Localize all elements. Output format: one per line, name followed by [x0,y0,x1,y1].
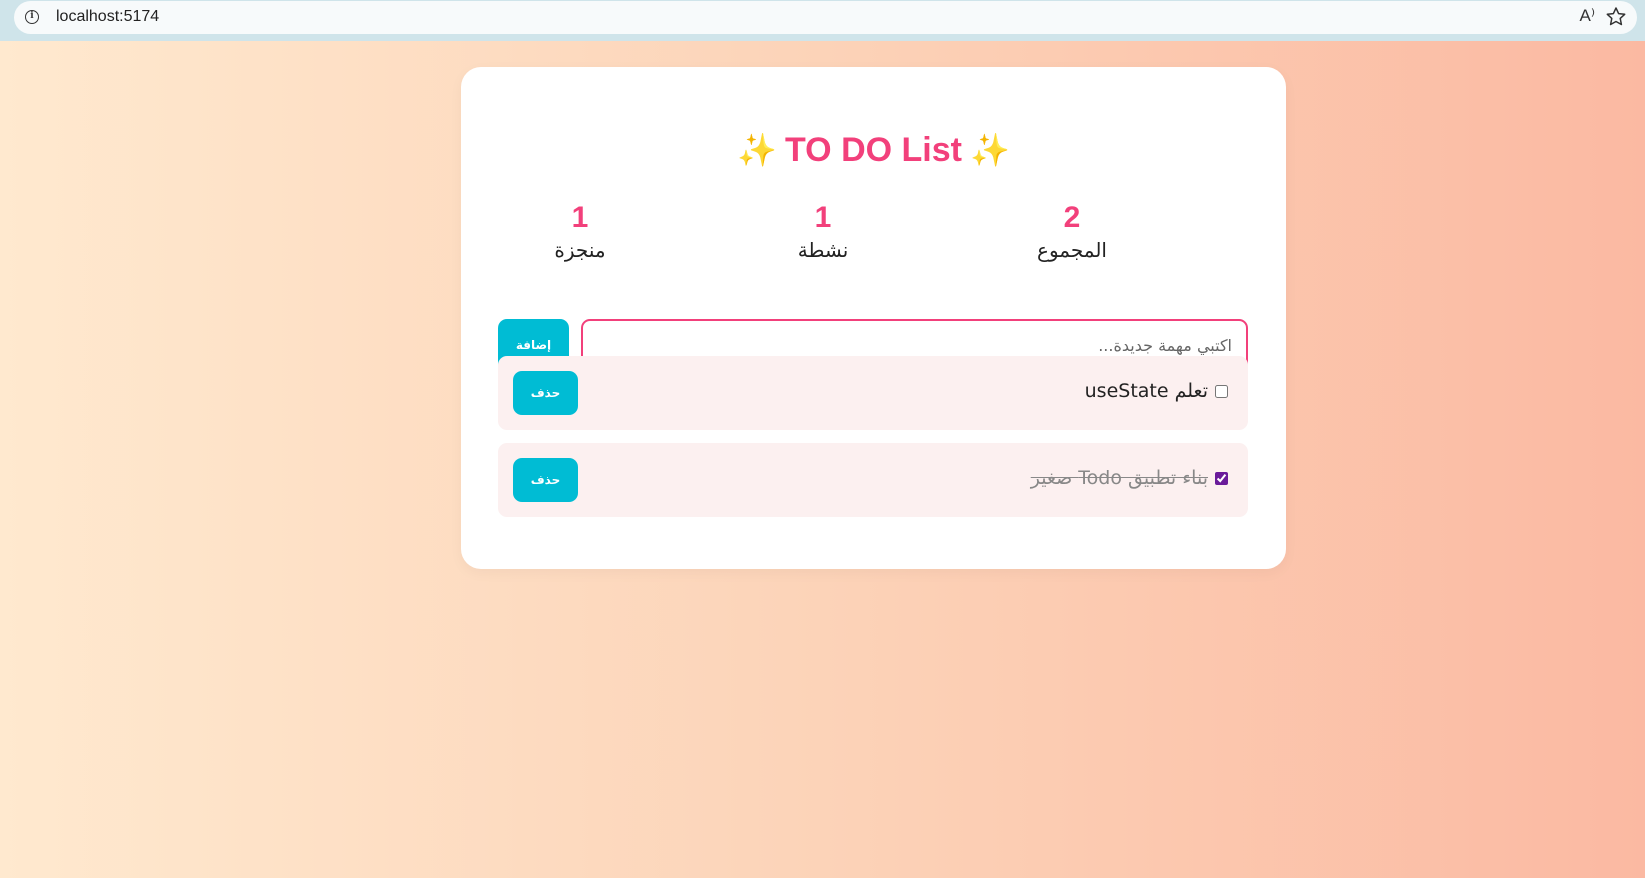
stat-done-value: 1 [571,201,589,234]
todo-text: تعلم useState [1084,380,1208,402]
stat-total: 2 المجموع [1002,201,1142,265]
browser-toolbar: i localhost:5174 A⁾ [0,0,1645,41]
todo-checkbox[interactable] [1215,472,1228,485]
page-background: ✨ TO DO List ✨ 2 المجموع 1 نشطة 1 منجزة إض… [0,41,1645,878]
todo-card: ✨ TO DO List ✨ 2 المجموع 1 نشطة 1 منجزة إض… [461,67,1286,569]
read-aloud-icon[interactable]: A⁾ [1579,6,1595,26]
stat-total-value: 2 [1063,201,1081,234]
stat-active-label: نشطة [797,238,849,262]
sparkle-icon: ✨ [969,132,1010,168]
favorite-star-icon[interactable] [1604,5,1628,29]
delete-button[interactable]: حذف [513,371,578,415]
todo-item: حذف تعلم useState [498,356,1248,430]
url-text[interactable]: localhost:5174 [56,8,159,26]
sparkle-icon: ✨ [737,132,778,168]
todo-item: حذف بناء تطبيق Todo صغير [498,443,1248,517]
delete-button[interactable]: حذف [513,458,578,502]
todo-text: بناء تطبيق Todo صغير [1030,467,1208,489]
stat-done-label: منجزة [554,238,606,262]
page-title: ✨ TO DO List ✨ [461,131,1286,170]
address-bar[interactable]: i localhost:5174 A⁾ [14,1,1637,34]
title-text: TO DO List [785,131,962,169]
stat-done: 1 منجزة [510,201,650,265]
stat-total-label: المجموع [1037,238,1107,262]
stat-active: 1 نشطة [753,201,893,265]
stat-active-value: 1 [814,201,832,234]
todo-checkbox[interactable] [1215,385,1228,398]
site-info-icon[interactable]: i [25,10,39,24]
